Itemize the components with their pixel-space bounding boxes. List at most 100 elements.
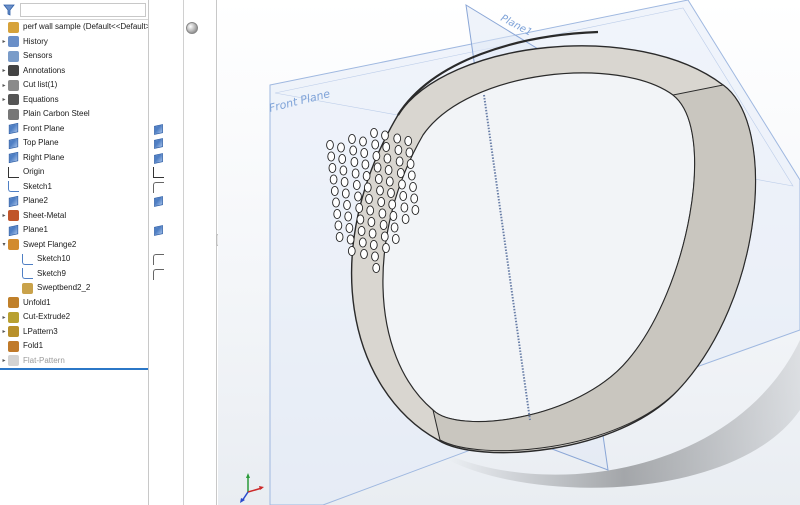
swept-flange-icon — [8, 239, 19, 251]
perforation-hole — [356, 214, 365, 225]
tree-item-label: Right Plane — [23, 152, 65, 162]
display-state-sketch-icon[interactable] — [153, 268, 164, 280]
part-icon — [8, 21, 19, 33]
tree-item[interactable]: ▸ Cut list(1) — [0, 78, 148, 93]
pane-divider — [148, 0, 149, 505]
graphics-viewport[interactable]: Front Plane Plane1 — [218, 0, 800, 505]
tree-item[interactable]: Front Plane — [0, 122, 148, 137]
perforation-hole — [381, 130, 389, 141]
sketch-icon — [8, 181, 19, 193]
linear-pattern-icon — [8, 326, 19, 338]
perforation-hole — [338, 153, 347, 165]
expand-toggle-icon[interactable]: ▸ — [0, 38, 8, 45]
expand-toggle-icon[interactable]: ▸ — [0, 67, 8, 74]
feature-tree: perf wall sample (Default<<Default>_ ▸ His… — [0, 20, 148, 368]
perforation-hole — [409, 181, 417, 193]
perforation-hole — [326, 139, 334, 151]
display-state-plane-icon[interactable] — [154, 196, 163, 207]
display-pane-sphere-icon[interactable] — [186, 22, 198, 34]
tree-item-label: Sketch10 — [37, 254, 71, 264]
perforation-hole — [340, 176, 349, 188]
expand-toggle-icon[interactable]: ▸ — [0, 314, 8, 321]
tree-item-label: Sketch1 — [23, 181, 52, 191]
tree-item[interactable]: ▸ LPattern3 — [0, 325, 148, 340]
filter-icon[interactable] — [2, 3, 16, 17]
display-state-plane-icon[interactable] — [154, 152, 163, 164]
expand-toggle-icon[interactable]: ▸ — [0, 82, 8, 89]
perforation-hole — [372, 150, 381, 162]
tree-item[interactable]: ▸ History — [0, 35, 148, 50]
tree-item[interactable]: ▸ Equations — [0, 93, 148, 108]
perforation-hole — [329, 174, 338, 185]
expand-toggle-icon[interactable]: ▸ — [0, 328, 8, 335]
expand-toggle-icon[interactable]: ▸ — [0, 96, 8, 103]
tree-item[interactable]: Fold1 — [0, 339, 148, 354]
cut-list-icon — [8, 79, 19, 91]
display-state-plane-icon[interactable] — [154, 123, 163, 135]
perforation-hole — [328, 162, 337, 174]
plane-icon — [8, 152, 19, 164]
tree-item[interactable]: Right Plane — [0, 151, 148, 166]
sketch-icon — [22, 268, 33, 280]
perforation-hole — [407, 170, 416, 181]
perforation-hole — [379, 219, 388, 231]
perforation-hole — [384, 164, 393, 176]
display-state-plane-icon[interactable] — [154, 138, 163, 149]
tree-item[interactable]: Plane2 — [0, 194, 148, 209]
tree-item[interactable]: Origin — [0, 165, 148, 180]
perforation-hole — [378, 208, 387, 219]
tree-item-label: Cut-Extrude2 — [23, 312, 71, 322]
perforation-hole — [395, 156, 404, 167]
perforation-hole — [350, 156, 359, 168]
tree-item[interactable]: Top Plane — [0, 136, 148, 151]
perforation-hole — [367, 216, 376, 228]
perforation-hole — [404, 135, 413, 147]
tree-item[interactable]: Plane1 — [0, 223, 148, 238]
perforation-hole — [394, 144, 403, 156]
perforation-hole — [354, 191, 362, 202]
orientation-triad — [240, 473, 264, 503]
perforation-hole — [327, 151, 336, 162]
display-state-origin-icon[interactable] — [153, 167, 164, 178]
expand-toggle-icon[interactable]: ▾ — [0, 241, 8, 248]
tree-item-label: Unfold1 — [23, 297, 51, 307]
perforation-hole — [411, 204, 420, 216]
expand-toggle-icon[interactable]: ▸ — [0, 357, 8, 364]
tree-item[interactable]: Unfold1 — [0, 296, 148, 311]
perforation-hole — [335, 231, 344, 243]
history-icon — [8, 36, 19, 48]
perforation-hole — [346, 234, 355, 245]
plane-icon — [8, 224, 19, 236]
perforation-hole — [393, 133, 402, 144]
expand-toggle-icon[interactable]: ▸ — [0, 212, 8, 219]
perforation-hole — [339, 165, 348, 176]
perforation-hole — [347, 245, 356, 257]
display-state-sketch-icon[interactable] — [153, 181, 164, 193]
tree-item[interactable]: ▸ Flat-Pattern — [0, 354, 148, 369]
tree-item[interactable]: Sensors — [0, 49, 148, 64]
perforation-hole — [366, 205, 375, 216]
rollback-bar[interactable] — [0, 368, 148, 370]
tree-item[interactable]: Sweptbend2_2 — [0, 281, 148, 296]
tree-item[interactable]: ▸ Annotations — [0, 64, 148, 79]
perforation-hole — [360, 147, 369, 159]
material-icon — [8, 108, 19, 120]
tree-filter-input[interactable] — [20, 3, 146, 17]
tree-item[interactable]: Plain Carbon Steel — [0, 107, 148, 122]
tree-item[interactable]: perf wall sample (Default<<Default>_ — [0, 20, 148, 35]
tree-item[interactable]: Sketch9 — [0, 267, 148, 282]
perforation-hole — [391, 233, 400, 245]
tree-item[interactable]: Sketch10 — [0, 252, 148, 267]
perforation-hole — [372, 262, 381, 274]
perforation-hole — [374, 173, 383, 185]
display-state-plane-icon[interactable] — [154, 225, 163, 236]
perforation-hole — [371, 139, 380, 150]
perforation-hole — [388, 199, 397, 210]
display-state-sketch-icon[interactable] — [153, 254, 164, 265]
tree-item[interactable]: ▸ Cut-Extrude2 — [0, 310, 148, 325]
perforation-hole — [352, 179, 361, 191]
tree-item[interactable]: ▸ Sheet-Metal — [0, 209, 148, 224]
tree-item[interactable]: ▾ Swept Flange2 — [0, 238, 148, 253]
perforation-hole — [369, 239, 378, 251]
tree-item[interactable]: Sketch1 — [0, 180, 148, 195]
